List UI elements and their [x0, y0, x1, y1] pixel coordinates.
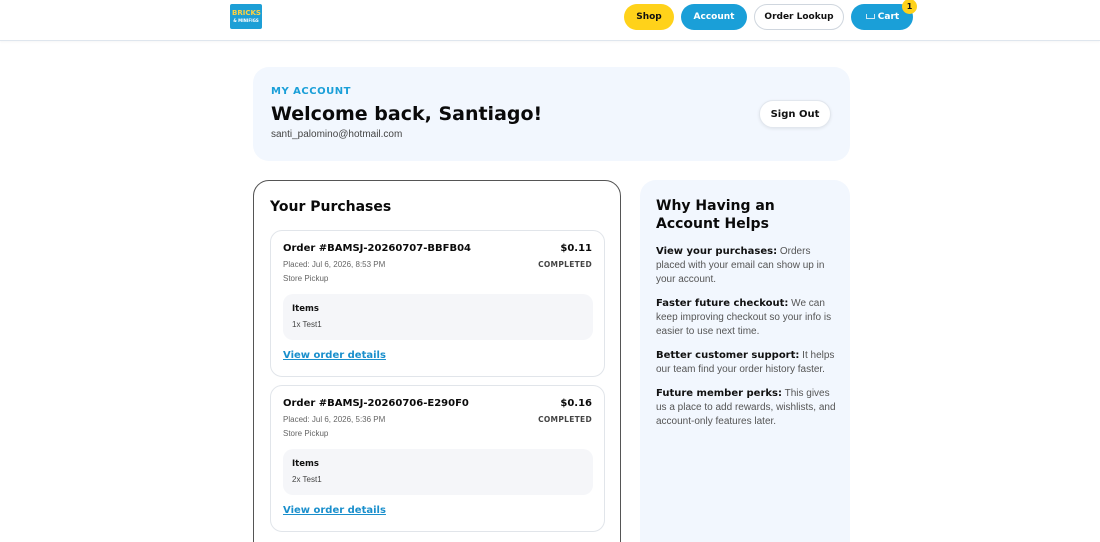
- benefit-heading: Better customer support:: [656, 350, 800, 361]
- view-order-details-link[interactable]: View order details: [283, 505, 386, 516]
- order-placed-date: Placed: Jul 6, 2026, 5:36 PM: [283, 415, 386, 424]
- order-lookup-button[interactable]: Order Lookup: [754, 4, 844, 30]
- purchases-panel: Your Purchases Order #BAMSJ-20260707-BBF…: [253, 180, 621, 542]
- welcome-heading: Welcome back, Santiago!: [271, 103, 543, 125]
- order-status: COMPLETED: [538, 260, 592, 269]
- order-items-box: Items 1x Test1: [283, 294, 593, 340]
- order-fulfillment-method: Store Pickup: [283, 429, 329, 438]
- order-placed-date: Placed: Jul 6, 2026, 8:53 PM: [283, 260, 386, 269]
- account-button[interactable]: Account: [681, 4, 747, 30]
- order-total: $0.16: [560, 398, 592, 409]
- order-card: Order #BAMSJ-20260706-E290F0 $0.16 Place…: [270, 385, 605, 532]
- cart-count-badge: 1: [902, 0, 917, 14]
- benefit-item: View your purchases: Orders placed with …: [656, 245, 838, 287]
- logo-text: BRICKS: [232, 9, 261, 17]
- logo-stud: [233, 4, 240, 6]
- store-logo[interactable]: BRICKS & MINIFIGS: [230, 4, 262, 29]
- account-email: santi_palomino@hotmail.com: [271, 129, 403, 140]
- benefit-item: Faster future checkout: We can keep impr…: [656, 297, 838, 339]
- benefit-heading: View your purchases:: [656, 246, 778, 257]
- benefit-heading: Faster future checkout:: [656, 298, 789, 309]
- section-eyebrow: MY ACCOUNT: [271, 86, 351, 97]
- cart-label: Cart: [877, 12, 900, 22]
- top-nav-bar: BRICKS & MINIFIGS Shop Account Order Loo…: [0, 0, 1100, 41]
- purchases-title: Your Purchases: [270, 199, 392, 215]
- shop-button[interactable]: Shop: [624, 4, 674, 30]
- order-items-box: Items 2x Test1: [283, 449, 593, 495]
- logo-stud: [251, 4, 258, 6]
- items-label: Items: [292, 304, 319, 314]
- account-summary-card: MY ACCOUNT Welcome back, Santiago! santi…: [253, 67, 850, 161]
- order-item-line: 1x Test1: [292, 320, 322, 329]
- items-label: Items: [292, 459, 319, 469]
- order-total: $0.11: [560, 243, 592, 254]
- sign-out-button[interactable]: Sign Out: [759, 100, 831, 128]
- benefit-item: Future member perks: This gives us a pla…: [656, 387, 838, 429]
- order-number: Order #BAMSJ-20260707-BBFB04: [283, 243, 471, 254]
- view-order-details-link[interactable]: View order details: [283, 350, 386, 361]
- logo-subtext: & MINIFIGS: [233, 18, 259, 23]
- benefit-item: Better customer support: It helps our te…: [656, 349, 838, 377]
- account-benefits-panel: Why Having an Account Helps View your pu…: [640, 180, 850, 542]
- order-item-line: 2x Test1: [292, 475, 322, 484]
- benefit-heading: Future member perks:: [656, 388, 782, 399]
- logo-stud: [242, 4, 249, 6]
- order-card: Order #BAMSJ-20260707-BBFB04 $0.11 Place…: [270, 230, 605, 377]
- benefits-title: Why Having an Account Helps: [656, 198, 775, 232]
- order-number: Order #BAMSJ-20260706-E290F0: [283, 398, 469, 409]
- cart-icon: [865, 13, 875, 21]
- order-fulfillment-method: Store Pickup: [283, 274, 329, 283]
- order-status: COMPLETED: [538, 415, 592, 424]
